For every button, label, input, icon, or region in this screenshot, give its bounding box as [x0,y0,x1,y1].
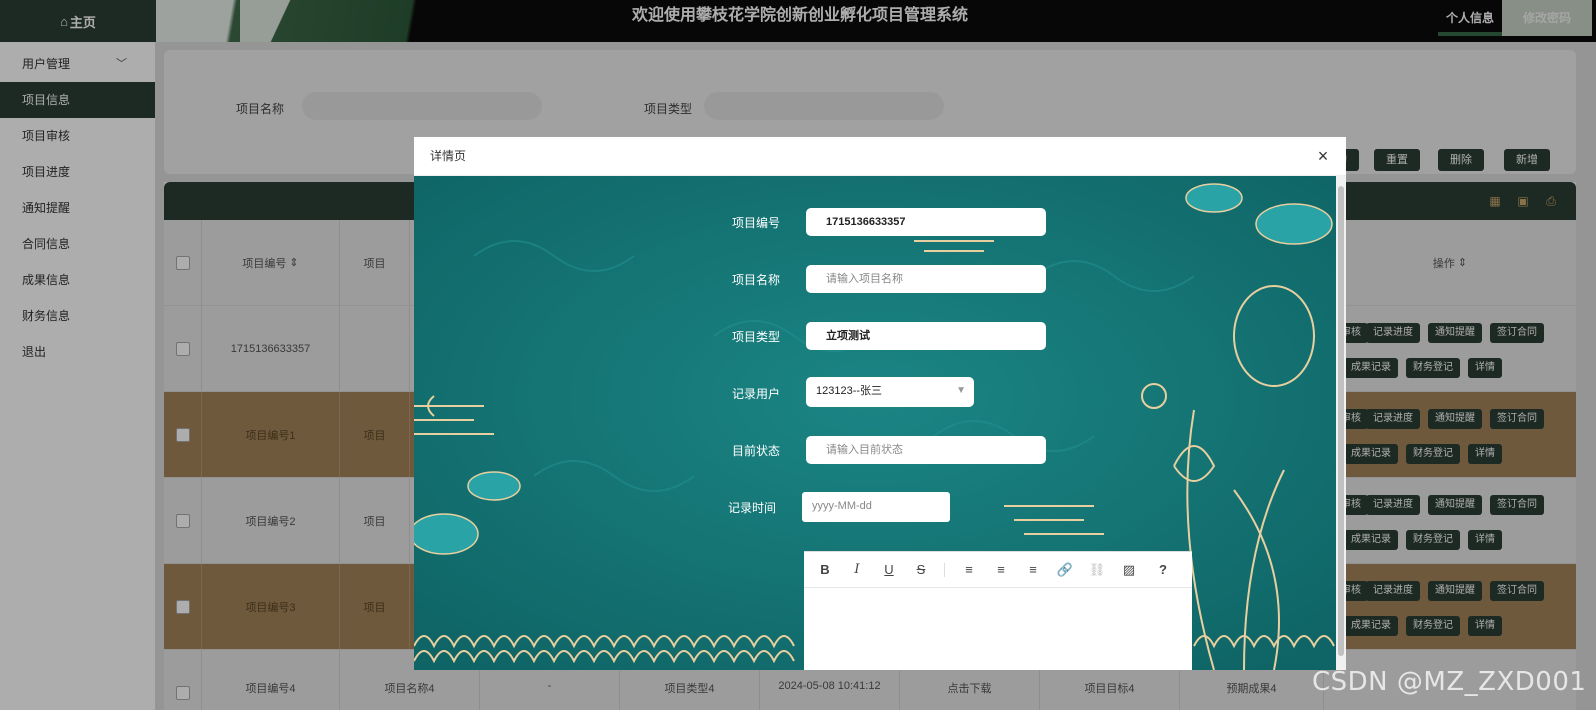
underline-icon[interactable]: U [880,561,898,579]
link-icon[interactable]: 🔗 [1056,561,1074,579]
modal-body: 项目编号 1715136633357 项目名称 请输入项目名称 项目类型 立项测… [414,176,1336,670]
modal-title: 详情页 [430,149,467,163]
modal-scrollbar[interactable] [1336,176,1346,670]
strikethrough-icon[interactable]: S [912,561,930,579]
record-user-select[interactable]: 123123--张三 ▼ [806,377,974,407]
record-time-label: 记录时间 [727,501,776,515]
project-name-label: 项目名称 [731,273,780,287]
editor-content[interactable] [804,588,1192,670]
bold-icon[interactable]: B [816,561,834,579]
record-time-field[interactable]: yyyy-MM-dd [802,492,950,522]
image-icon[interactable]: ▨ [1120,561,1138,579]
align-left-icon[interactable]: ≡ [960,561,978,579]
project-code-field[interactable]: 1715136633357 [806,208,1046,236]
record-user-label: 记录用户 [731,387,780,401]
current-status-label: 目前状态 [731,444,780,458]
dropdown-arrow-icon: ▼ [956,385,966,396]
editor-toolbar: B I U S ≡ ≡ ≡ 🔗 ⛓ ▨ ? [804,552,1192,588]
scrollbar-thumb[interactable] [1338,186,1344,656]
project-type-field[interactable]: 立项测试 [806,322,1046,350]
help-icon[interactable]: ? [1154,561,1172,579]
modal-header: 详情页 × [414,137,1346,176]
unlink-icon[interactable]: ⛓ [1088,561,1106,579]
detail-modal: 详情页 × 项目编号 1715136633357 项目名称 请输入项目名称 项目… [414,137,1346,670]
close-icon[interactable]: × [1312,145,1334,167]
current-status-field[interactable]: 请输入目前状态 [806,436,1046,464]
italic-icon[interactable]: I [848,561,866,579]
align-right-icon[interactable]: ≡ [1024,561,1042,579]
project-code-label: 项目编号 [731,216,780,230]
project-name-field[interactable]: 请输入项目名称 [806,265,1046,293]
watermark: CSDN @MZ_ZXD001 [1312,667,1587,697]
rich-text-editor: B I U S ≡ ≡ ≡ 🔗 ⛓ ▨ ? [804,551,1192,670]
project-type-label: 项目类型 [731,330,780,344]
record-user-value: 123123--张三 [816,385,883,397]
align-center-icon[interactable]: ≡ [992,561,1010,579]
